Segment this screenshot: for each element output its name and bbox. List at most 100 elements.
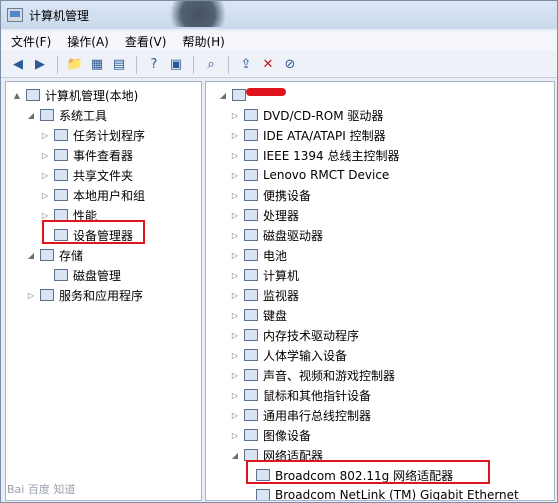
- menu-help[interactable]: 帮助(H): [182, 33, 224, 50]
- menu-file[interactable]: 文件(F): [11, 33, 51, 50]
- expand-arrow-icon[interactable]: ▷: [230, 251, 240, 260]
- tree-item[interactable]: ▷ Lenovo RMCT Device: [230, 166, 389, 184]
- expand-arrow-icon[interactable]: ▷: [230, 231, 240, 240]
- expand-arrow-icon[interactable]: ▷: [230, 351, 240, 360]
- tree-item[interactable]: ▷ 电池: [230, 246, 287, 264]
- device-tree-pane: ◢ ▷ DVD/CD-ROM 驱动器 ▷ IDE ATA/ATAPI 控制器 ▷ IEEE …: [205, 81, 555, 501]
- tree-item[interactable]: ▷ 事件查看器: [40, 146, 133, 164]
- scan-hardware-icon[interactable]: ⌕: [202, 56, 220, 74]
- tree-item[interactable]: ▷ 本地用户和组: [40, 186, 145, 204]
- back-icon[interactable]: ◀: [9, 56, 27, 74]
- tree-item-label: 存储: [59, 248, 84, 263]
- services-icon: [39, 287, 55, 303]
- expand-arrow-icon[interactable]: ▷: [230, 311, 240, 320]
- expand-arrow-icon[interactable]: ▲: [12, 91, 22, 100]
- expand-arrow-icon[interactable]: ▷: [230, 391, 240, 400]
- tree-item[interactable]: ▷ 人体学输入设备: [230, 346, 347, 364]
- tree-item[interactable]: ▷ DVD/CD-ROM 驱动器: [230, 106, 384, 124]
- tree-item[interactable]: ▷ 声音、视频和游戏控制器: [230, 366, 395, 384]
- tree-item[interactable]: ▷ 计算机: [230, 266, 299, 284]
- tree-item[interactable]: ▷ 图像设备: [230, 426, 311, 444]
- properties-icon[interactable]: ▤: [110, 56, 128, 74]
- tree-item[interactable]: ▷ 内存技术驱动程序: [230, 326, 359, 344]
- network-adapter-icon-shape: [256, 489, 270, 500]
- expand-arrow-icon[interactable]: ▷: [230, 371, 240, 380]
- show-tree-icon[interactable]: ▦: [88, 56, 106, 74]
- tree-item[interactable]: Broadcom NetLink (TM) Gigabit Ethernet: [242, 486, 519, 500]
- expand-arrow-icon[interactable]: ▷: [230, 431, 240, 440]
- tree-item[interactable]: ▷ IDE ATA/ATAPI 控制器: [230, 126, 386, 144]
- tree-item-label: 人体学输入设备: [263, 348, 348, 363]
- disable-icon[interactable]: ⊘: [281, 56, 299, 74]
- menu-action[interactable]: 操作(A): [67, 33, 109, 50]
- expand-arrow-icon[interactable]: ▷: [230, 131, 240, 140]
- up-icon[interactable]: 📁: [66, 56, 84, 74]
- tree-item[interactable]: ▷ 通用串行总线控制器: [230, 406, 371, 424]
- tree-item[interactable]: ▷ 磁盘驱动器: [230, 226, 323, 244]
- computer-icon: [243, 267, 259, 283]
- tree-item[interactable]: 磁盘管理: [40, 266, 121, 284]
- menu-bar: 文件(F) 操作(A) 查看(V) 帮助(H): [1, 31, 557, 51]
- tree-item[interactable]: ▷ 便携设备: [230, 186, 311, 204]
- tree-item[interactable]: ◢ 存储: [26, 246, 83, 264]
- shared-folder-icon: [53, 167, 69, 183]
- tree-item-label: 本地用户和组: [73, 188, 146, 203]
- tree-item[interactable]: ▷ 处理器: [230, 206, 299, 224]
- title-bar[interactable]: 计算机管理: [1, 1, 557, 29]
- uninstall-icon[interactable]: ✕: [259, 56, 277, 74]
- event-viewer-icon: [53, 147, 69, 163]
- monitor-icon: [243, 287, 259, 303]
- shared-folder-icon-shape: [54, 169, 68, 181]
- storage-icon-shape: [40, 249, 54, 261]
- battery-icon-shape: [244, 249, 258, 261]
- expand-arrow-icon[interactable]: ◢: [230, 451, 240, 460]
- computer-name-redaction: [246, 88, 286, 96]
- expand-arrow-icon[interactable]: ▷: [230, 171, 240, 180]
- expand-arrow-icon[interactable]: ▷: [230, 211, 240, 220]
- tree-item[interactable]: ▷ 服务和应用程序: [26, 286, 143, 304]
- ide-icon: [243, 127, 259, 143]
- event-viewer-icon-shape: [54, 149, 68, 161]
- toolbar: ◀ ▶ 📁 ▦ ▤ ? ▣ ⌕ ⇪ ✕ ⊘: [1, 52, 557, 78]
- expand-arrow-icon[interactable]: ▷: [230, 291, 240, 300]
- expand-arrow-icon[interactable]: ◢: [26, 251, 36, 260]
- view-icon[interactable]: ▣: [167, 56, 185, 74]
- tree-item[interactable]: ▷ 监视器: [230, 286, 299, 304]
- expand-arrow-icon[interactable]: ▷: [40, 211, 50, 220]
- tree-item-label: IDE ATA/ATAPI 控制器: [263, 128, 386, 143]
- tree-item[interactable]: ▲ 计算机管理(本地): [12, 86, 138, 104]
- disk-management-icon-shape: [54, 269, 68, 281]
- services-icon-shape: [40, 289, 54, 301]
- hid-icon: [243, 347, 259, 363]
- expand-arrow-icon[interactable]: ▷: [230, 271, 240, 280]
- tree-item[interactable]: ◢ 系统工具: [26, 106, 107, 124]
- console-tree-pane: ▲ 计算机管理(本地) ◢ 系统工具 ▷ 任务计划程序 ▷ 事件查看器 ▷ 共享文件夹 ▷ 本地用户和…: [5, 81, 202, 501]
- update-driver-icon[interactable]: ⇪: [237, 56, 255, 74]
- tree-item[interactable]: ▷ 共享文件夹: [40, 166, 133, 184]
- help-icon[interactable]: ?: [145, 56, 163, 74]
- memory-icon-shape: [244, 329, 258, 341]
- expand-arrow-icon[interactable]: ▷: [40, 151, 50, 160]
- expand-arrow-icon[interactable]: ▷: [40, 131, 50, 140]
- expand-arrow-icon[interactable]: ◢: [26, 111, 36, 120]
- tree-item[interactable]: ▷ 任务计划程序: [40, 126, 145, 144]
- clock-icon: [53, 127, 69, 143]
- expand-arrow-icon[interactable]: ▷: [230, 151, 240, 160]
- tree-item[interactable]: ▷ 键盘: [230, 306, 287, 324]
- tree-item[interactable]: ▷ 鼠标和其他指针设备: [230, 386, 371, 404]
- expand-arrow-icon[interactable]: ▷: [26, 291, 36, 300]
- forward-icon[interactable]: ▶: [31, 56, 49, 74]
- expand-arrow-icon[interactable]: ▷: [230, 111, 240, 120]
- expand-arrow-icon[interactable]: ▷: [230, 411, 240, 420]
- tree-item-label: 便携设备: [263, 188, 312, 203]
- expand-arrow-icon[interactable]: ▷: [40, 171, 50, 180]
- keyboard-icon-shape: [244, 309, 258, 321]
- expand-arrow-icon[interactable]: ▷: [230, 331, 240, 340]
- expand-arrow-icon[interactable]: ▷: [230, 191, 240, 200]
- tree-item[interactable]: ▷ IEEE 1394 总线主控制器: [230, 146, 400, 164]
- network-adapter-icon: [255, 487, 271, 500]
- expand-arrow-icon[interactable]: ◢: [218, 91, 228, 100]
- expand-arrow-icon[interactable]: ▷: [40, 191, 50, 200]
- menu-view[interactable]: 查看(V): [125, 33, 167, 50]
- tree-item-label: 电池: [263, 248, 288, 263]
